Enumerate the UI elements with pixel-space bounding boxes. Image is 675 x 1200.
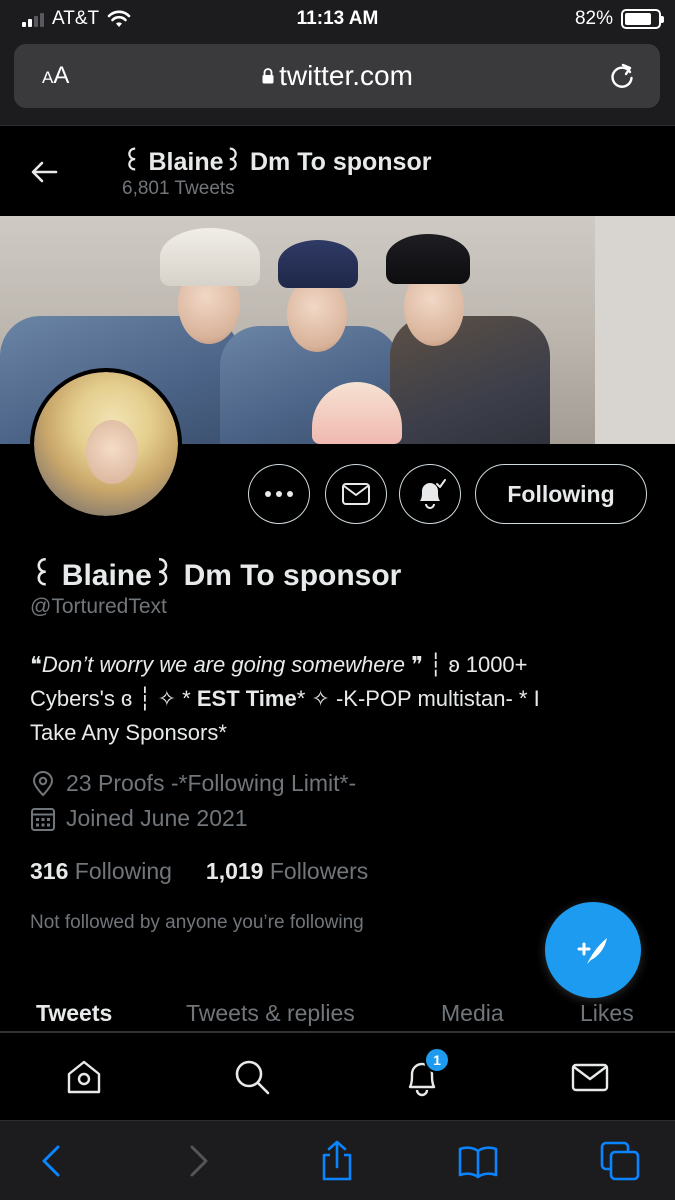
- joined-text: Joined June 2021: [66, 805, 248, 831]
- tab-media[interactable]: Media: [441, 1000, 504, 1027]
- mutual-followers-note: Not followed by anyone you’re following: [30, 912, 364, 933]
- mail-icon: [342, 483, 370, 505]
- profile-bio: ❝Don’t worry we are going somewhere ❞ ┆ …: [30, 648, 650, 750]
- bio-italic-quote: Don’t worry we are going somewhere: [41, 652, 406, 677]
- followers-stat-label: Followers: [269, 858, 369, 884]
- chevron-right-icon[interactable]: [176, 1139, 220, 1183]
- following-button[interactable]: Following: [475, 464, 647, 524]
- lock-icon: [262, 67, 274, 84]
- profile-header-bar: ꒰ Blaine꒱ Dm To sponsor 6,801 Tweets: [0, 126, 675, 216]
- profile-tabs: Tweets Tweets & replies Media Likes: [0, 998, 675, 1032]
- url-text: twitter.com: [279, 60, 413, 91]
- profile-display-name: ꒰ Blaine꒱ Dm To sponsor: [30, 559, 402, 592]
- bio-quote-open: ❝: [30, 652, 42, 677]
- safari-toolbar: [0, 1120, 675, 1200]
- status-time: 11:13 AM: [296, 8, 379, 29]
- more-icon: [265, 491, 293, 497]
- compose-tweet-icon: [577, 938, 607, 964]
- message-button[interactable]: [325, 464, 387, 524]
- banner-wall: [595, 216, 675, 444]
- url-field[interactable]: AA twitter.com: [14, 44, 660, 108]
- profile-joined: Joined June 2021: [30, 805, 248, 832]
- bio-quote-close: ❞: [411, 652, 423, 677]
- tabs-icon[interactable]: [598, 1139, 642, 1183]
- bookmarks-icon[interactable]: [456, 1139, 500, 1183]
- avatar[interactable]: [30, 368, 182, 520]
- bio-line2-b: * ✧ -K-POP multistan- * I: [296, 686, 540, 711]
- search-icon[interactable]: [232, 1057, 272, 1097]
- status-right: 82%: [574, 8, 664, 30]
- url-display[interactable]: twitter.com: [14, 60, 660, 92]
- compose-tweet-button[interactable]: [545, 902, 641, 998]
- header-tweet-count: 6,801 Tweets: [122, 178, 235, 199]
- calendar-icon: [31, 807, 55, 831]
- home-icon[interactable]: [64, 1057, 104, 1097]
- tab-likes[interactable]: Likes: [580, 1000, 634, 1027]
- reload-icon[interactable]: [606, 60, 638, 92]
- follow-stats: 316 Following 1,019 Followers: [30, 858, 368, 885]
- mail-icon[interactable]: [570, 1057, 610, 1097]
- battery-percent: 82%: [574, 8, 613, 29]
- following-stat-label: Following: [74, 858, 172, 884]
- bell-check-icon: [420, 479, 446, 509]
- profile-location: 23 Proofs -*Following Limit*-: [30, 770, 356, 797]
- following-stat-link[interactable]: 316 Following: [30, 858, 172, 885]
- header-display-name: ꒰ Blaine꒱ Dm To sponsor: [122, 148, 432, 176]
- battery-icon: [621, 9, 664, 29]
- status-bar: AT&T 11:13 AM 82%: [0, 0, 675, 38]
- share-icon[interactable]: [315, 1139, 359, 1183]
- profile-handle: @TorturedText: [30, 595, 167, 618]
- location-pin-icon: [32, 770, 54, 796]
- more-button[interactable]: [248, 464, 310, 524]
- bio-bold-est: EST Time: [196, 686, 297, 711]
- location-text: 23 Proofs -*Following Limit*-: [66, 770, 357, 796]
- bio-line1-rest: ┆ ʚ 1000+: [422, 652, 528, 677]
- followers-count: 1,019: [205, 858, 264, 884]
- bottom-navigation: 1: [0, 1032, 675, 1120]
- bio-line2-a: Cybers's ɞ ┆ ✧ *: [30, 686, 197, 711]
- safari-address-bar: AA twitter.com: [0, 38, 675, 126]
- notification-badge: 1: [424, 1047, 450, 1073]
- battery-fill: [625, 13, 652, 25]
- following-count: 316: [30, 858, 69, 884]
- followers-stat-link[interactable]: 1,019 Followers: [206, 858, 368, 885]
- back-arrow-icon[interactable]: [28, 156, 60, 188]
- bio-line3: Take Any Sponsors*: [30, 720, 227, 745]
- tab-tweets[interactable]: Tweets: [36, 1000, 112, 1027]
- avatar-image: [34, 372, 178, 516]
- chevron-left-icon[interactable]: [30, 1139, 74, 1183]
- tab-tweets-and-replies[interactable]: Tweets & replies: [186, 1000, 355, 1027]
- notifications-button[interactable]: [399, 464, 461, 524]
